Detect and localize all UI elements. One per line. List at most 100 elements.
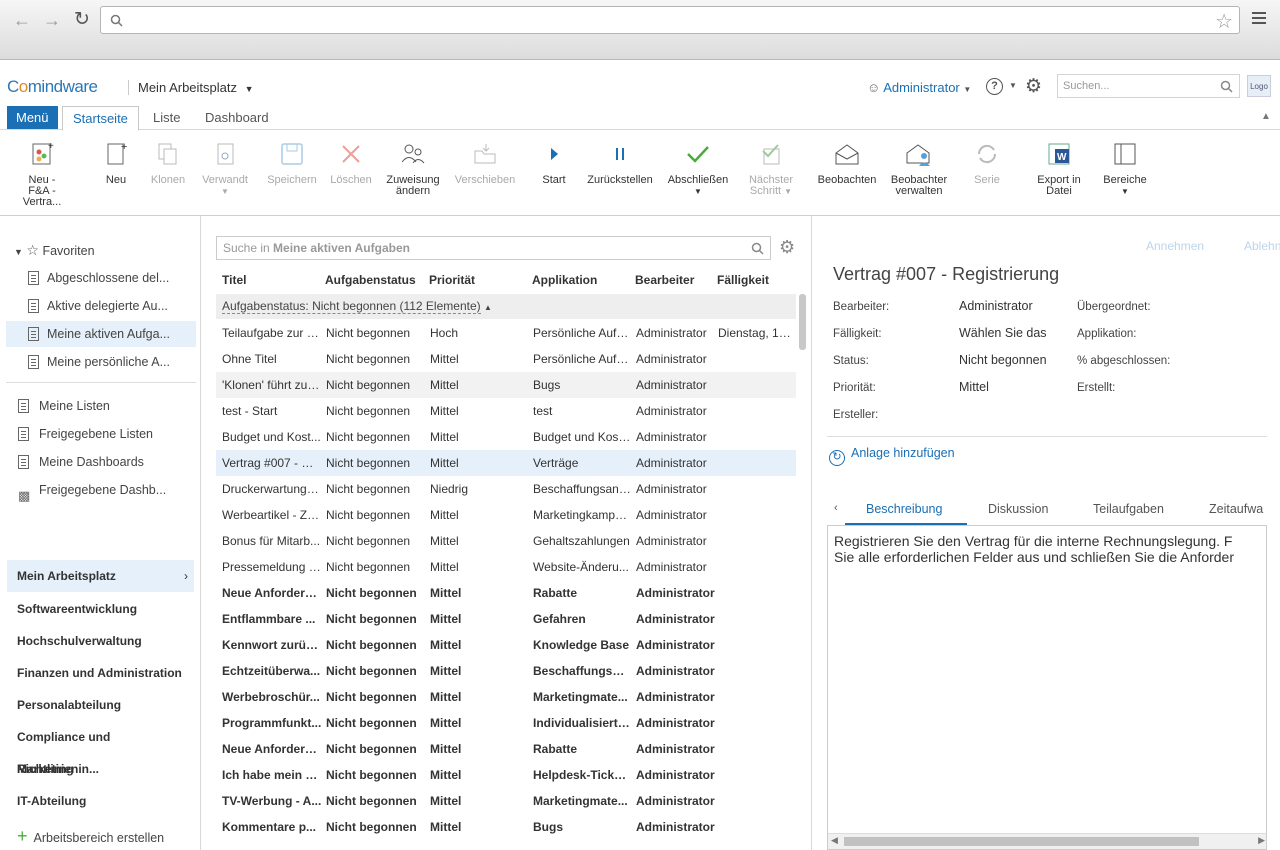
nav-shared-lists[interactable]: Freigegebene Listen (12, 421, 187, 447)
workspace-item[interactable]: Compliance und Richtlinienin... (7, 721, 194, 776)
table-row[interactable]: TV-Werbung - A... Nicht begonnen Mittel Mar… (216, 788, 796, 814)
workspace-item[interactable]: Hochschulverwaltung (7, 625, 194, 657)
status-value[interactable]: Nicht begonnen (959, 353, 1047, 367)
new-button[interactable]: + Neu (98, 141, 134, 186)
description-box[interactable]: Registrieren Sie den Vertrag für die int… (827, 526, 1267, 850)
due-date-value[interactable]: Wählen Sie das (959, 326, 1047, 340)
horizontal-scrollbar[interactable]: ◀ ▶ (828, 833, 1266, 849)
browser-menu-icon[interactable] (1252, 12, 1266, 24)
scroll-left-icon[interactable]: ◀ (831, 835, 838, 846)
new-form-button[interactable]: + Neu - F&A - Vertra... (8, 141, 76, 208)
table-row[interactable]: Bonus für Mitarb... Nicht begonnen Mittel G… (216, 528, 796, 554)
export-button[interactable]: W Export in Datei (1030, 141, 1088, 197)
workspace-item[interactable]: Marketing (7, 753, 194, 785)
column-header-priority[interactable]: Priorität (429, 273, 475, 287)
tab-time-tracking[interactable]: Zeitaufwa (1209, 502, 1263, 516)
table-row[interactable]: test - Start Nicht begonnen Mittel test Admi… (216, 398, 796, 424)
back-icon[interactable]: ← (12, 10, 32, 30)
table-row[interactable]: Werbebroschür... Nicht begonnen Mittel Mark… (216, 684, 796, 710)
list-scrollbar[interactable] (799, 294, 806, 350)
table-row[interactable]: Programmfunkt... Nicht begonnen Mittel Indi… (216, 710, 796, 736)
workspace-item[interactable]: IT-Abteilung (7, 785, 194, 817)
related-button[interactable]: Verwandt ▼ (198, 141, 252, 197)
table-row[interactable]: Ohne Titel Nicht begonnen Mittel Persönlich… (216, 346, 796, 372)
priority-value[interactable]: Mittel (959, 380, 989, 394)
tab-discussion[interactable]: Diskussion (988, 502, 1048, 516)
workspace-item-active[interactable]: Mein Arbeitsplatz › (7, 560, 194, 592)
help-icon[interactable]: ? (986, 78, 1003, 95)
tabs-scroll-left-icon[interactable]: ‹ (834, 502, 838, 514)
table-row[interactable]: Budget und Kost... Nicht begonnen Mittel Bu… (216, 424, 796, 450)
decline-button[interactable]: Ablehn (1244, 239, 1280, 253)
bookmark-star-icon[interactable]: ☆ (1215, 9, 1233, 34)
scrollbar-thumb[interactable] (844, 837, 1199, 846)
nav-shared-dashboards[interactable]: ▩ Freigegebene Dashb... (12, 477, 187, 503)
global-search-input[interactable]: Suchen... (1057, 74, 1240, 98)
address-bar[interactable]: ☆ (100, 6, 1240, 34)
panes-button[interactable]: Bereiche ▼ (1100, 141, 1150, 197)
postpone-button[interactable]: Zurückstellen (584, 141, 656, 186)
tab-startseite[interactable]: Startseite (62, 106, 139, 131)
favorite-item[interactable]: Meine persönliche A... (20, 349, 195, 375)
table-row[interactable]: Druckerwartung -... Nicht begonnen Niedrig… (216, 476, 796, 502)
table-row[interactable]: 'Klonen' führt zu '... Nicht begonnen Mitt… (216, 372, 796, 398)
assignee-value[interactable]: Administrator (959, 299, 1033, 313)
complete-button[interactable]: Abschließen ▼ (664, 141, 732, 197)
accept-button[interactable]: Annehmen (1146, 239, 1204, 253)
forward-icon[interactable]: → (42, 10, 62, 30)
chevron-down-icon[interactable]: ▼ (1009, 81, 1017, 90)
add-attachment-button[interactable]: ↻ Anlage hinzufügen (829, 446, 955, 466)
table-row[interactable]: Echtzeitüberwa... Nicht begonnen Mittel Bes… (216, 658, 796, 684)
column-header-assignee[interactable]: Bearbeiter (635, 273, 694, 287)
column-header-status[interactable]: Aufgabenstatus (325, 273, 416, 287)
nav-my-lists[interactable]: Meine Listen (12, 393, 187, 419)
tab-description[interactable]: Beschreibung (866, 502, 942, 516)
column-header-due[interactable]: Fälligkeit (717, 273, 769, 287)
table-row[interactable]: Kennwort zurüc... Nicht begonnen Mittel Kno… (216, 632, 796, 658)
reload-icon[interactable]: ↻ (72, 10, 92, 30)
favorite-item[interactable]: Aktive delegierte Au... (20, 293, 195, 319)
favorites-header[interactable]: ▼ ☆ Favoriten (14, 242, 95, 259)
watch-button[interactable]: Beobachten (814, 141, 880, 186)
favorite-item[interactable]: Abgeschlossene del... (20, 265, 195, 291)
gear-icon[interactable]: ⚙ (1025, 75, 1042, 98)
manage-watchers-button[interactable]: Beobachter verwalten (886, 141, 952, 197)
favorite-item-active[interactable]: Meine aktiven Aufga... (6, 321, 196, 347)
save-button[interactable]: Speichern (264, 141, 320, 186)
table-row[interactable]: Pressemeldung -... Nicht begonnen Mittel We… (216, 554, 796, 580)
column-header-title[interactable]: Titel (222, 273, 246, 287)
table-row[interactable]: Entflammbare ... Nicht begonnen Mittel Gefa… (216, 606, 796, 632)
change-assignment-button[interactable]: Zuweisung ändern (383, 141, 443, 197)
tab-subtasks[interactable]: Teilaufgaben (1093, 502, 1164, 516)
task-search-input[interactable]: Suche in Meine aktiven Aufgaben (216, 236, 771, 260)
workspace-selector[interactable]: Mein Arbeitsplatz ▼ (128, 80, 254, 95)
table-row[interactable]: Teilaufgabe zur P... Nicht begonnen Hoch Pe… (216, 320, 796, 346)
workspace-item[interactable]: Personalabteilung (7, 689, 194, 721)
workspace-item[interactable]: Finanzen und Administration (7, 657, 194, 689)
brand-logo[interactable]: Comindware (7, 77, 98, 97)
recurrence-button[interactable]: Serie (966, 141, 1008, 186)
table-row[interactable]: Neue Anforderu... Nicht begonnen Mittel Rab… (216, 580, 796, 606)
tab-dashboard[interactable]: Dashboard (195, 106, 279, 129)
clone-button[interactable]: Klonen (146, 141, 190, 186)
collapse-ribbon-icon[interactable]: ▲ (1261, 111, 1271, 122)
tab-liste[interactable]: Liste (143, 106, 190, 129)
list-settings-gear-icon[interactable]: ⚙ (779, 237, 795, 258)
menu-button[interactable]: Menü (7, 106, 58, 129)
next-step-button[interactable]: Nächster Schritt ▼ (742, 141, 800, 197)
workspace-item[interactable]: Softwareentwicklung (7, 593, 194, 625)
move-button[interactable]: Verschieben (451, 141, 519, 186)
scroll-right-icon[interactable]: ▶ (1258, 835, 1265, 846)
table-row[interactable]: Vertrag #007 - Re... Nicht begonnen Mittel… (216, 450, 796, 476)
group-header[interactable]: Aufgabenstatus: Nicht begonnen (112 Elem… (216, 294, 796, 319)
start-button[interactable]: Start (536, 141, 572, 186)
column-header-application[interactable]: Applikation (532, 273, 597, 287)
nav-my-dashboards[interactable]: Meine Dashboards (12, 449, 187, 475)
create-workspace-button[interactable]: + Arbeitsbereich erstellen (17, 826, 164, 847)
table-row[interactable]: Werbeartikel - Zu... Nicht begonnen Mittel… (216, 502, 796, 528)
table-row[interactable]: Neue Anforderu... Nicht begonnen Mittel Rab… (216, 736, 796, 762)
table-row[interactable]: Ich habe mein K... Nicht begonnen Mittel He… (216, 762, 796, 788)
table-row[interactable]: Kommentare p... Nicht begonnen Mittel Bugs A… (216, 814, 796, 840)
delete-button[interactable]: Löschen (328, 141, 374, 186)
user-menu[interactable]: ☺ Administrator ▼ (867, 80, 971, 95)
